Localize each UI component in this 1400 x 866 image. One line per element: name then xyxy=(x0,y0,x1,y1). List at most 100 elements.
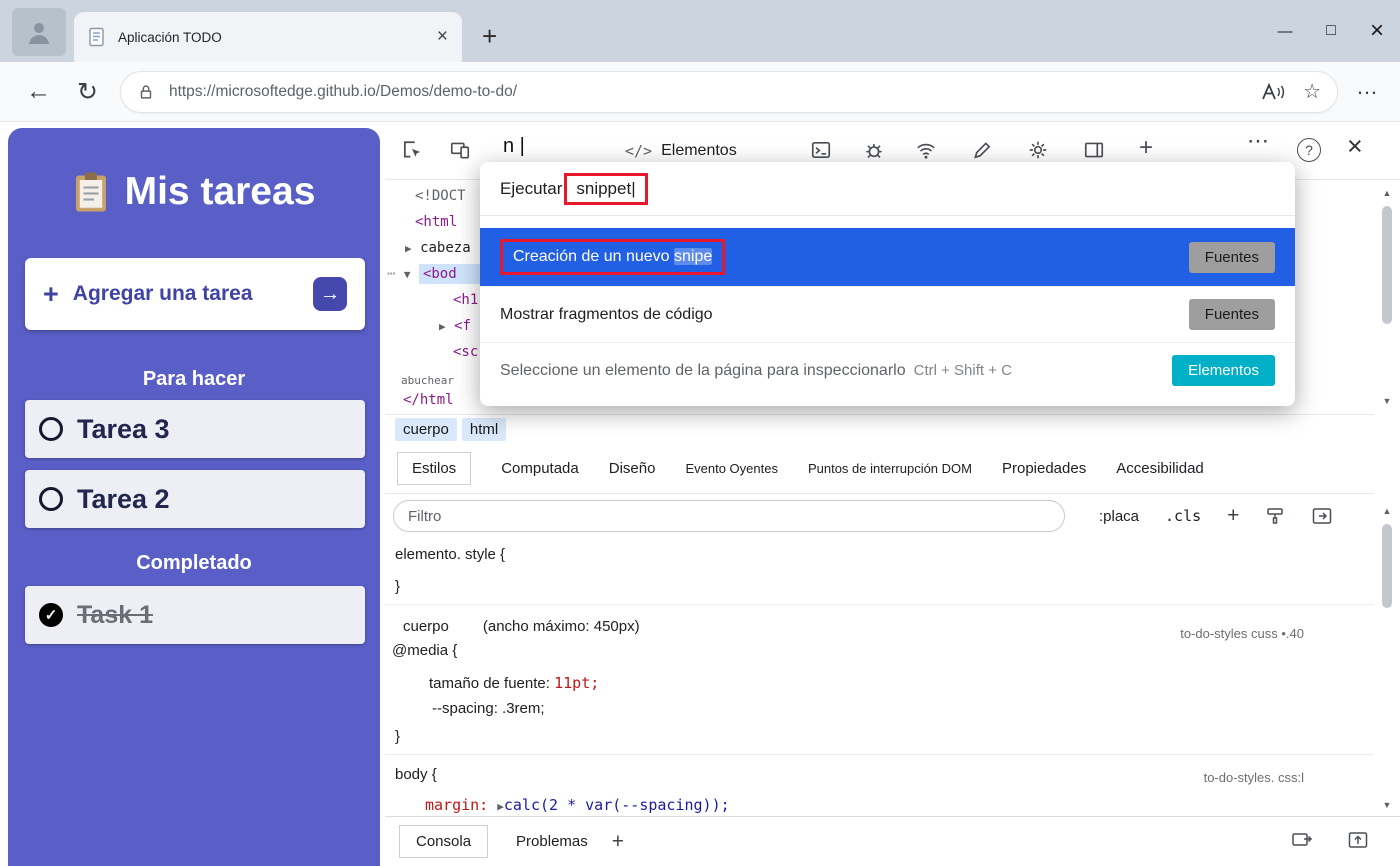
todo-title-row: Mis tareas xyxy=(8,170,380,214)
tab-properties[interactable]: Propiedades xyxy=(1002,460,1086,477)
styles-scrollbar[interactable]: ▲ ▼ xyxy=(1379,504,1395,812)
dom-node[interactable]: <html xyxy=(415,214,457,230)
tab-styles[interactable]: Estilos xyxy=(397,452,471,485)
network-wifi-icon[interactable] xyxy=(915,139,937,161)
scroll-up-icon[interactable]: ▲ xyxy=(1383,186,1392,200)
new-style-rule-icon[interactable]: + xyxy=(1227,504,1239,528)
tab-layout[interactable]: Diseño xyxy=(609,460,656,477)
query-match-highlight: snipe xyxy=(674,248,712,265)
inline-style-selector[interactable]: elemento. style { xyxy=(395,546,505,563)
todo-section-heading: Para hacer xyxy=(8,368,380,391)
dom-node[interactable]: ▶ <f xyxy=(439,318,471,334)
address-bar[interactable]: https://microsoftedge.github.io/Demos/de… xyxy=(120,71,1338,113)
maximize-button[interactable]: □ xyxy=(1308,0,1354,62)
hover-state-toggle[interactable]: :placa xyxy=(1099,508,1139,525)
devtools-drawer: Consola Problemas + xyxy=(385,816,1400,866)
dom-scrollbar[interactable]: ▲ ▼ xyxy=(1379,186,1395,408)
open-panel-arrow-icon[interactable] xyxy=(1311,506,1333,526)
dom-node[interactable]: <!DOCT xyxy=(415,188,466,204)
help-icon[interactable]: ? xyxy=(1297,138,1321,162)
stylesheet-link[interactable]: to-do-styles cuss •.40 xyxy=(1180,626,1304,641)
stylesheet-link[interactable]: to-do-styles. css:l xyxy=(1204,770,1304,785)
new-tab-button[interactable]: + xyxy=(482,21,497,52)
scrollbar-thumb[interactable] xyxy=(1382,206,1392,324)
more-actions-icon[interactable]: ⋯ xyxy=(387,266,395,282)
tab-close-button[interactable]: × xyxy=(437,26,448,48)
task-checkbox-checked[interactable]: ✓ xyxy=(39,603,63,627)
body-rule-selector[interactable]: body { xyxy=(395,766,437,783)
command-input-row[interactable]: Ejecutar snippet| xyxy=(480,162,1295,216)
device-emulation-icon[interactable] xyxy=(449,139,471,161)
read-aloud-icon[interactable] xyxy=(1261,83,1287,101)
dom-node-label: abuchear xyxy=(401,374,454,387)
dock-side-icon[interactable] xyxy=(1083,139,1105,161)
reload-button[interactable]: ↻ xyxy=(77,77,98,107)
tab-console[interactable]: Consola xyxy=(399,825,488,858)
task-checkbox[interactable] xyxy=(39,487,63,511)
settings-gear-icon[interactable] xyxy=(1027,139,1049,161)
command-item-inspect-element[interactable]: Seleccione un elemento de la página para… xyxy=(480,342,1295,398)
dom-node[interactable]: </html xyxy=(403,392,454,408)
tab-event-listeners[interactable]: Evento Oyentes xyxy=(685,461,778,476)
css-property[interactable]: margin: ▶calc(2 * var(--spacing)); xyxy=(425,796,730,814)
dom-node[interactable]: <sc xyxy=(453,344,478,360)
tab-dom-breakpoints[interactable]: Puntos de interrupción DOM xyxy=(808,461,972,476)
media-query-header[interactable]: cuerpo(ancho máximo: 450px) xyxy=(403,618,640,635)
dock-drawer-icon[interactable] xyxy=(1290,829,1314,851)
expand-arrow-icon[interactable]: ▶ xyxy=(405,242,412,255)
add-panel-icon[interactable]: + xyxy=(1139,134,1153,162)
styles-filter-input[interactable] xyxy=(393,500,1065,532)
class-toggle[interactable]: .cls xyxy=(1165,507,1201,525)
devtools-more-icon[interactable]: ⋯ xyxy=(1247,128,1269,154)
collapse-arrow-icon[interactable]: ▼ xyxy=(404,268,411,281)
add-task-button[interactable]: + Agregar una tarea → xyxy=(25,258,365,330)
expand-drawer-icon[interactable] xyxy=(1346,829,1370,851)
dom-node[interactable]: <h1 xyxy=(453,292,478,308)
browser-tab[interactable]: Aplicación TODO × xyxy=(74,12,462,62)
add-drawer-tab-icon[interactable]: + xyxy=(612,830,624,854)
scroll-up-icon[interactable]: ▲ xyxy=(1383,504,1392,518)
submit-arrow-icon[interactable]: → xyxy=(313,277,347,311)
expand-arrow-icon[interactable]: ▶ xyxy=(439,320,446,333)
tab-accessibility[interactable]: Accesibilidad xyxy=(1116,460,1204,477)
task-item[interactable]: Tarea 3 xyxy=(25,400,365,458)
performance-pen-icon[interactable] xyxy=(971,139,993,161)
scroll-down-icon[interactable]: ▼ xyxy=(1383,798,1392,812)
tab-issues[interactable]: Problemas xyxy=(516,833,588,850)
clipboard-icon xyxy=(73,171,109,213)
partial-text: n | xyxy=(503,135,525,158)
breadcrumb-item[interactable]: html xyxy=(462,418,506,441)
minimize-button[interactable]: — xyxy=(1262,0,1308,62)
css-property[interactable]: tamaño de fuente: 11pt; xyxy=(429,674,599,692)
breadcrumb-item[interactable]: cuerpo xyxy=(395,418,457,441)
task-label: Tarea 2 xyxy=(77,484,170,515)
command-item-create-snippet[interactable]: Creación de un nuevo snipe Fuentes xyxy=(480,228,1295,286)
paint-brush-icon[interactable] xyxy=(1265,506,1285,526)
annotation-box-selected-item: Creación de un nuevo snipe xyxy=(500,239,725,275)
task-checkbox[interactable] xyxy=(39,417,63,441)
dom-node-selected[interactable]: ⋯ ▼ <bod xyxy=(387,266,483,282)
tab-computed[interactable]: Computada xyxy=(501,460,579,477)
scroll-down-icon[interactable]: ▼ xyxy=(1383,394,1392,408)
styles-tab-bar: Estilos Computada Diseño Evento Oyentes … xyxy=(385,444,1374,494)
add-task-label: Agregar una tarea xyxy=(73,282,253,306)
content-area: Mis tareas + Agregar una tarea → Para ha… xyxy=(0,122,1400,866)
command-item-show-snippets[interactable]: Mostrar fragmentos de código Fuentes xyxy=(480,286,1295,342)
bug-icon[interactable] xyxy=(863,139,885,161)
favorites-star-icon[interactable]: ☆ xyxy=(1303,79,1321,104)
css-property[interactable]: --spacing: .3rem; xyxy=(432,700,545,717)
devtools-close-icon[interactable]: × xyxy=(1347,131,1363,162)
close-brace: } xyxy=(395,578,400,595)
dom-node[interactable]: ▶ cabeza xyxy=(405,240,471,256)
expand-arrow-icon[interactable]: ▶ xyxy=(497,800,504,813)
browser-menu-button[interactable]: … xyxy=(1356,74,1380,100)
styles-filter-bar: :placa .cls + xyxy=(385,494,1374,538)
scrollbar-thumb[interactable] xyxy=(1382,524,1392,608)
window-close-button[interactable]: × xyxy=(1354,0,1400,62)
task-item[interactable]: Tarea 2 xyxy=(25,470,365,528)
inspect-element-icon[interactable] xyxy=(401,139,423,161)
console-drawer-icon[interactable] xyxy=(810,139,832,161)
profile-avatar[interactable] xyxy=(12,8,66,56)
task-item-done[interactable]: ✓ Task 1 xyxy=(25,586,365,644)
back-button[interactable]: ← xyxy=(26,77,51,106)
